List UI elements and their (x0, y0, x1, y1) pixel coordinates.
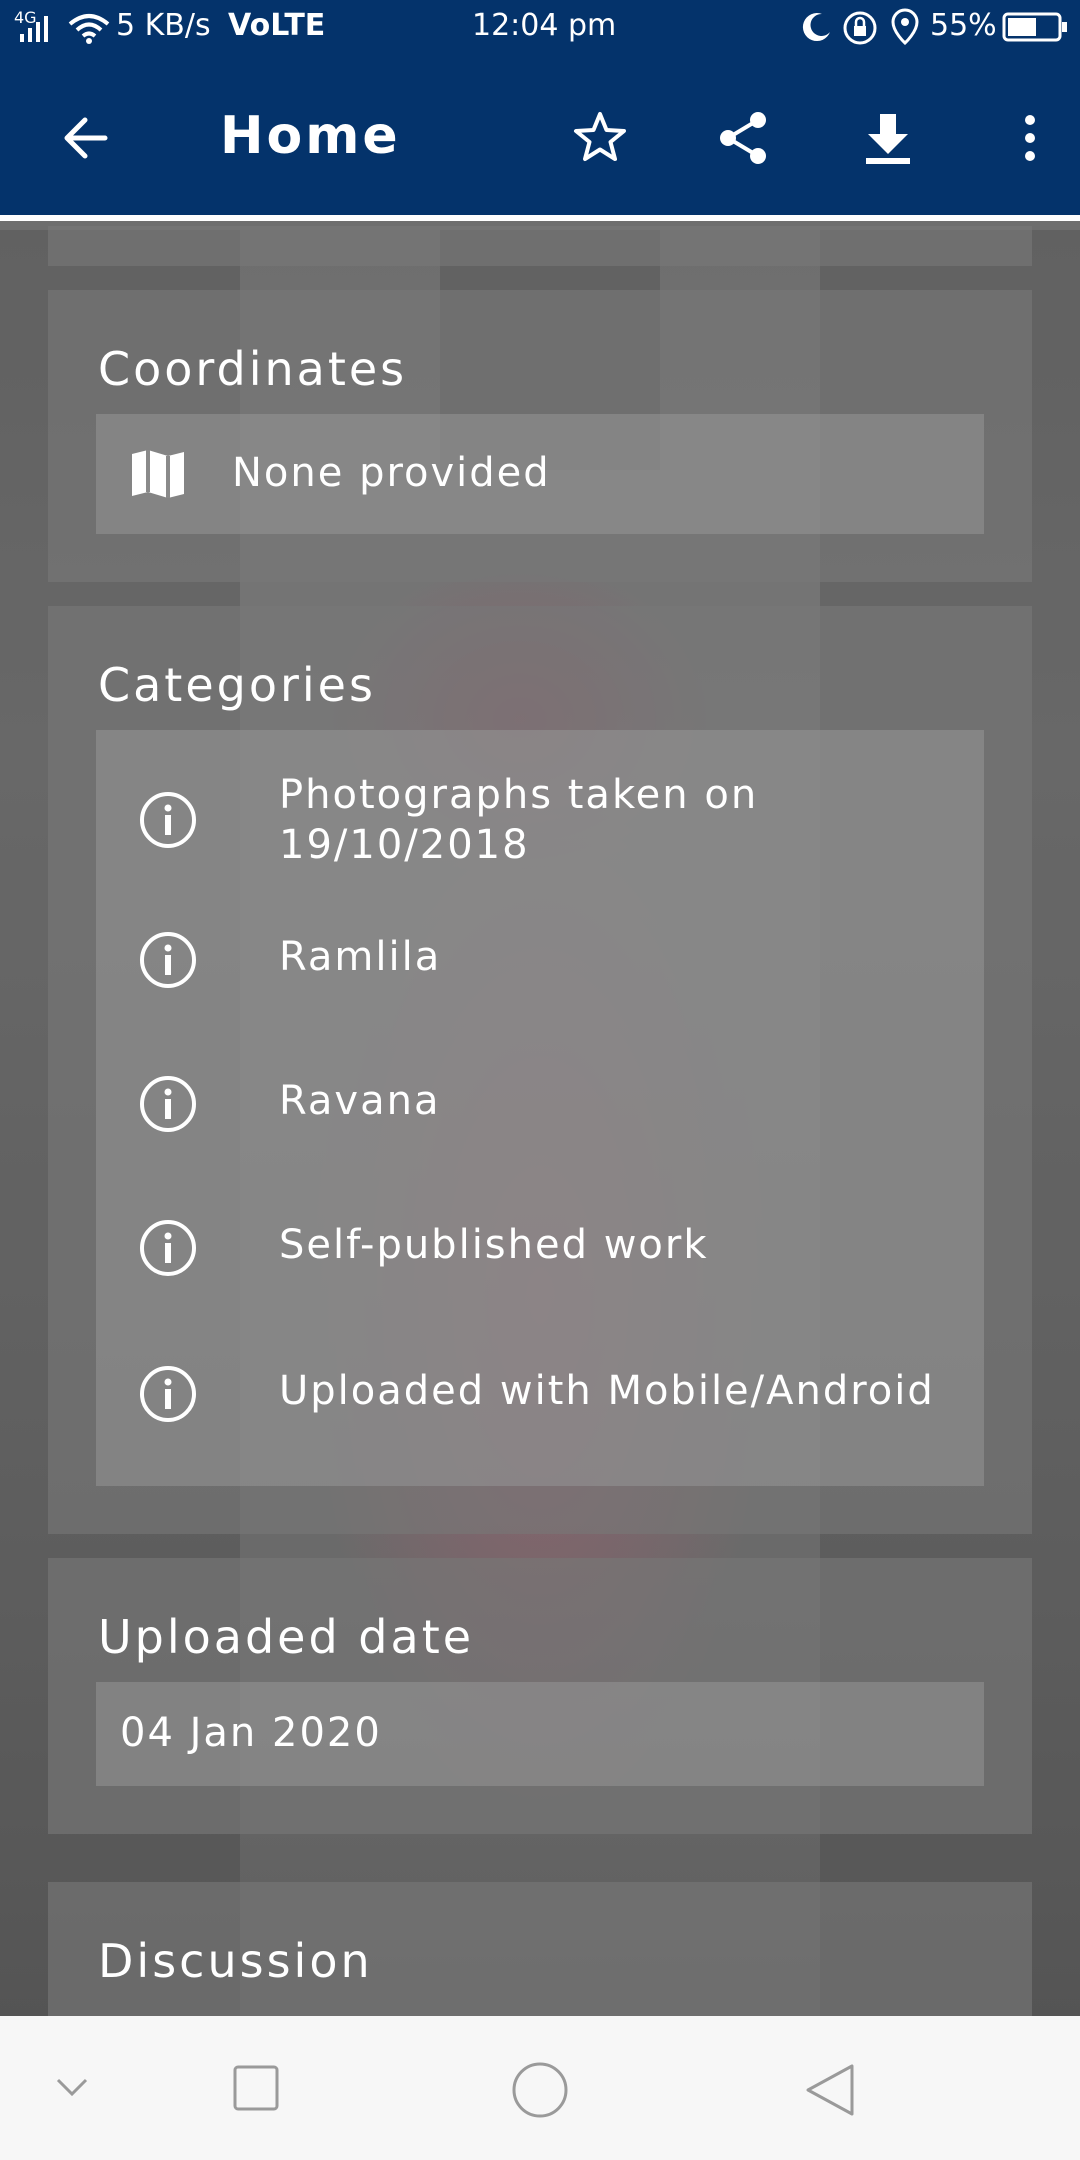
list-item[interactable]: Uploaded with Mobile/Android (96, 1320, 984, 1486)
uploaded-date-title: Uploaded date (98, 1610, 475, 1664)
coordinates-value: None provided (232, 450, 551, 496)
info-icon (140, 932, 196, 988)
category-label: Uploaded with Mobile/Android (279, 1368, 935, 1414)
back-arrow-icon[interactable] (55, 108, 115, 168)
home-icon[interactable] (510, 2060, 570, 2120)
discussion-card: Discussion (48, 1882, 1032, 2016)
download-icon[interactable] (858, 108, 918, 168)
location-icon (891, 8, 919, 46)
categories-card: Categories Photographs taken on 19/10/20… (48, 606, 1032, 1534)
partial-card (48, 226, 1032, 266)
volte-indicator: VoLTE (228, 8, 326, 43)
moon-icon (802, 13, 830, 42)
coordinates-card: Coordinates None provided (48, 290, 1032, 582)
rotation-lock-icon (843, 11, 877, 45)
coordinates-title: Coordinates (98, 342, 408, 396)
map-icon (132, 450, 184, 498)
more-vert-icon[interactable] (1000, 108, 1060, 168)
info-icon (140, 1076, 196, 1132)
info-icon (140, 1220, 196, 1276)
battery-percent: 55% (930, 8, 997, 43)
coordinates-row[interactable]: None provided (96, 414, 984, 534)
app-bar: Home (0, 56, 1080, 221)
signal-icon (20, 16, 48, 42)
category-label: Photographs taken on (279, 772, 759, 818)
list-item[interactable]: Ravana (96, 1030, 984, 1176)
battery-icon (1002, 12, 1067, 42)
category-label-line2: 19/10/2018 (279, 822, 530, 868)
info-icon (140, 792, 196, 848)
recent-apps-icon[interactable] (232, 2064, 280, 2112)
share-icon[interactable] (714, 108, 774, 168)
network-speed: 5 KB/s (116, 8, 211, 43)
uploaded-date-row: 04 Jan 2020 (96, 1682, 984, 1786)
wifi-icon (68, 14, 110, 44)
system-nav-bar (0, 2016, 1080, 2160)
categories-list: Photographs taken on 19/10/2018 Ramlila … (96, 730, 984, 1486)
chevron-down-icon[interactable] (52, 2072, 92, 2102)
uploaded-date-value: 04 Jan 2020 (120, 1710, 382, 1756)
category-label: Ramlila (279, 934, 442, 980)
category-label: Ravana (279, 1078, 441, 1124)
category-label: Self-published work (279, 1222, 709, 1268)
list-item[interactable]: Photographs taken on 19/10/2018 (96, 730, 984, 890)
list-item[interactable]: Ramlila (96, 890, 984, 1030)
uploaded-date-card: Uploaded date 04 Jan 2020 (48, 1558, 1032, 1834)
clock: 12:04 pm (472, 8, 617, 43)
list-item[interactable]: Self-published work (96, 1176, 984, 1320)
categories-title: Categories (98, 658, 376, 712)
star-icon[interactable] (570, 108, 630, 168)
info-icon (140, 1366, 196, 1422)
status-bar: 4G 5 KB/s VoLTE 12:04 pm 55% (0, 0, 1080, 56)
discussion-title: Discussion (98, 1934, 373, 1988)
page-title: Home (220, 106, 401, 166)
back-icon[interactable] (800, 2060, 860, 2120)
